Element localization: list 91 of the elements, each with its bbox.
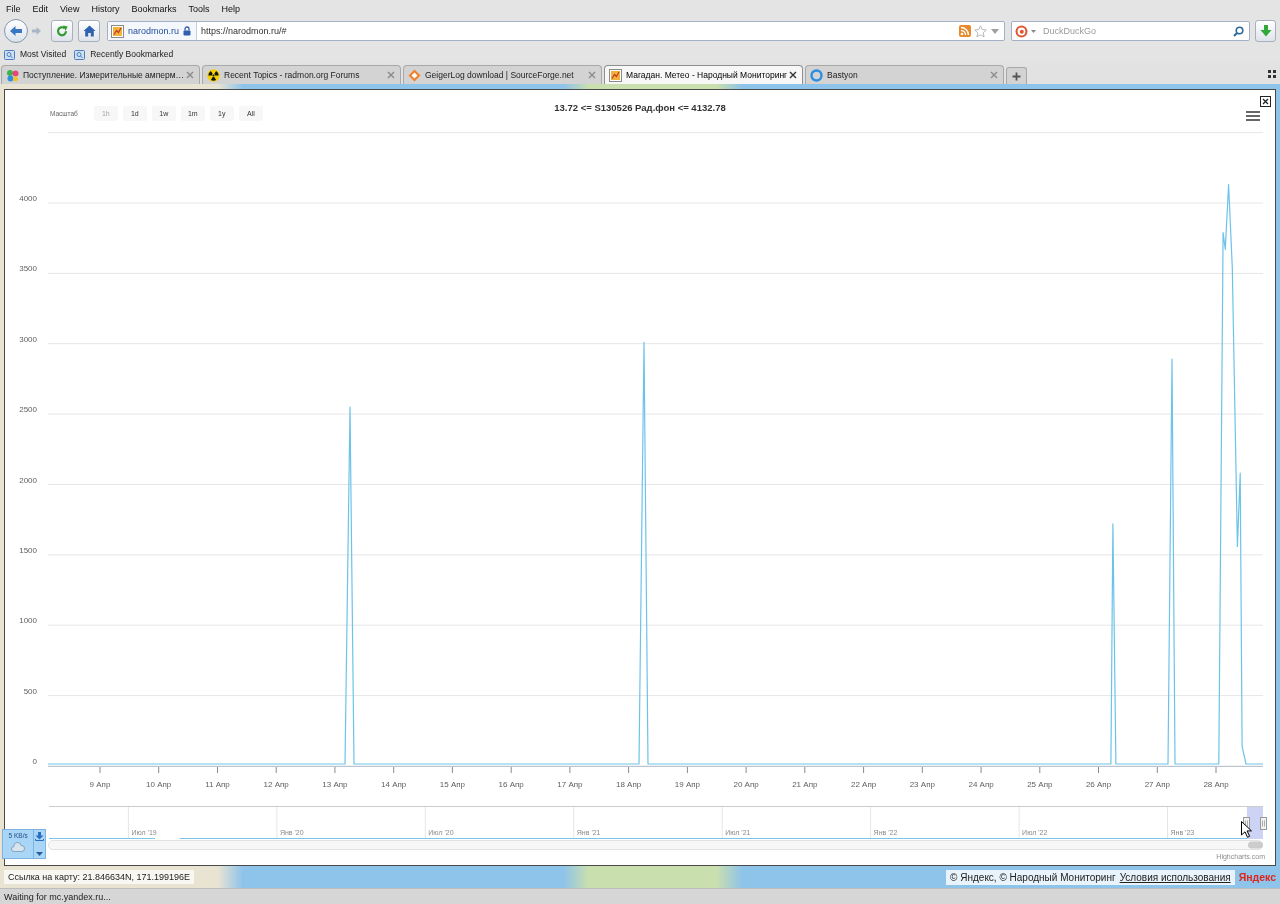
caret-icon[interactable] (991, 28, 999, 34)
tab[interactable]: Recent Topics - radmon.org Forums (202, 65, 401, 84)
x-axis-label: 22 Апр (850, 780, 877, 789)
map-attribution: © Яндекс, © Народный Мониторинг (950, 870, 1116, 884)
y-axis-label: 3000 (19, 334, 37, 344)
tab[interactable]: Поступление. Измерительные амперм… (1, 65, 200, 84)
terms-link[interactable]: Условия использования (1119, 870, 1231, 884)
radiation-icon (207, 68, 220, 82)
scrollbar-thumb[interactable] (1248, 841, 1263, 849)
menu-item[interactable]: Bookmarks (131, 2, 177, 15)
status-text: Waiting for mc.yandex.ru... (4, 890, 111, 903)
y-axis-label: 4000 (19, 194, 37, 203)
site-identity-button[interactable]: narodmon.ru (108, 22, 198, 40)
y-axis-label: 3500 (19, 264, 37, 274)
framed-chart-icon (609, 68, 622, 82)
caret-icon (1031, 29, 1036, 33)
chart-title: 13.72 <= S130526 Рад.фон <= 4132.78 (554, 101, 726, 115)
x-axis-label: 16 Апр (498, 780, 524, 789)
four-dots-icon[interactable] (1268, 69, 1276, 78)
menu-item[interactable]: File (6, 2, 21, 15)
url-field[interactable]: https://narodmon.ru/# (197, 22, 959, 40)
address-bar[interactable]: narodmon.ru https://narodmon.ru/# (107, 21, 1005, 41)
y-axis-label: 1000 (19, 616, 37, 626)
plus-icon (1012, 71, 1021, 81)
search-folder-icon (4, 48, 15, 60)
close-icon (1262, 98, 1269, 105)
x-axis-label: 19 Апр (674, 780, 701, 789)
search-icon[interactable] (1233, 25, 1244, 37)
caret-icon[interactable] (36, 852, 44, 856)
home-icon (82, 25, 96, 37)
framed-chart-icon (111, 24, 124, 38)
y-axis-label: 1500 (19, 545, 37, 555)
reload-icon (56, 25, 68, 37)
search-bar[interactable]: DuckDuckGo (1011, 21, 1250, 41)
menu-icon[interactable] (1246, 110, 1260, 122)
x-axis-label: 15 Апр (439, 780, 465, 789)
close-icon[interactable] (789, 71, 797, 79)
lock-icon (183, 26, 192, 36)
x-axis-label: 17 Апр (557, 780, 583, 789)
map-logo: Яндекс (1238, 870, 1276, 884)
ring-dot-icon (1015, 24, 1028, 38)
new-tab-button[interactable] (1006, 67, 1027, 84)
close-button[interactable] (1260, 96, 1271, 107)
menu-item[interactable]: History (91, 2, 120, 15)
tab[interactable]: GeigerLog download | SourceForge.net (403, 65, 602, 84)
x-axis-label: 27 Апр (1144, 780, 1170, 789)
ring-icon (810, 68, 823, 82)
x-axis-label: 12 Апр (263, 780, 289, 789)
x-axis-label: 10 Апр (146, 780, 172, 789)
bookmark-item[interactable]: Recently Bookmarked (74, 48, 174, 60)
search-field[interactable]: DuckDuckGo (1036, 22, 1233, 40)
x-axis-label: 9 Апр (89, 780, 111, 789)
reload-button[interactable] (51, 20, 73, 42)
back-button[interactable] (4, 19, 28, 43)
x-axis-label: 14 Апр (381, 780, 407, 789)
download-tray-icon[interactable] (35, 832, 45, 841)
y-axis-label: 500 (23, 686, 37, 696)
bookmark-item[interactable]: Most Visited (4, 48, 67, 60)
x-axis-label: 28 Апр (1203, 780, 1229, 789)
download-arrow-icon (1259, 25, 1272, 37)
dots-cluster-icon (6, 68, 19, 82)
x-axis-label: 23 Апр (909, 780, 935, 789)
tab[interactable]: Bastyon (805, 65, 1004, 84)
x-axis-label: 13 Апр (322, 780, 348, 789)
x-axis-label: 24 Апр (968, 780, 994, 789)
star-icon[interactable] (974, 24, 987, 38)
x-axis-label: 26 Апр (1085, 780, 1112, 789)
menu-item[interactable]: Tools (188, 2, 210, 15)
search-folder-icon (74, 48, 86, 60)
back-arrow-icon (9, 25, 23, 37)
menu-item[interactable]: Edit (32, 2, 49, 15)
menu-item[interactable]: View (60, 2, 80, 15)
download-button[interactable] (1255, 20, 1276, 42)
tab[interactable]: Магадан. Метео - Народный Мониторинг (604, 65, 803, 84)
x-axis-label: 20 Апр (733, 780, 759, 789)
menu-item[interactable]: Help (221, 2, 240, 15)
home-button[interactable] (78, 20, 100, 42)
x-axis-label: 21 Апр (792, 780, 818, 789)
diamond-icon (408, 68, 421, 82)
x-axis-label: 25 Апр (1027, 780, 1053, 789)
y-axis-label: 2000 (19, 475, 37, 485)
y-axis-label: 0 (32, 757, 37, 766)
cloud-icon (11, 842, 26, 852)
y-axis-label: 2500 (19, 405, 37, 415)
navigator-handle[interactable] (1260, 817, 1267, 830)
pointer-cursor-icon (1241, 821, 1252, 838)
rss-icon[interactable] (959, 25, 971, 37)
map-link[interactable]: Ссылка на карту: 21.846634N, 171.199196E (4, 870, 195, 884)
x-axis-label: 11 Апр (205, 780, 230, 789)
x-axis-label: 18 Апр (615, 780, 642, 789)
search-engine-button[interactable] (1015, 24, 1036, 38)
